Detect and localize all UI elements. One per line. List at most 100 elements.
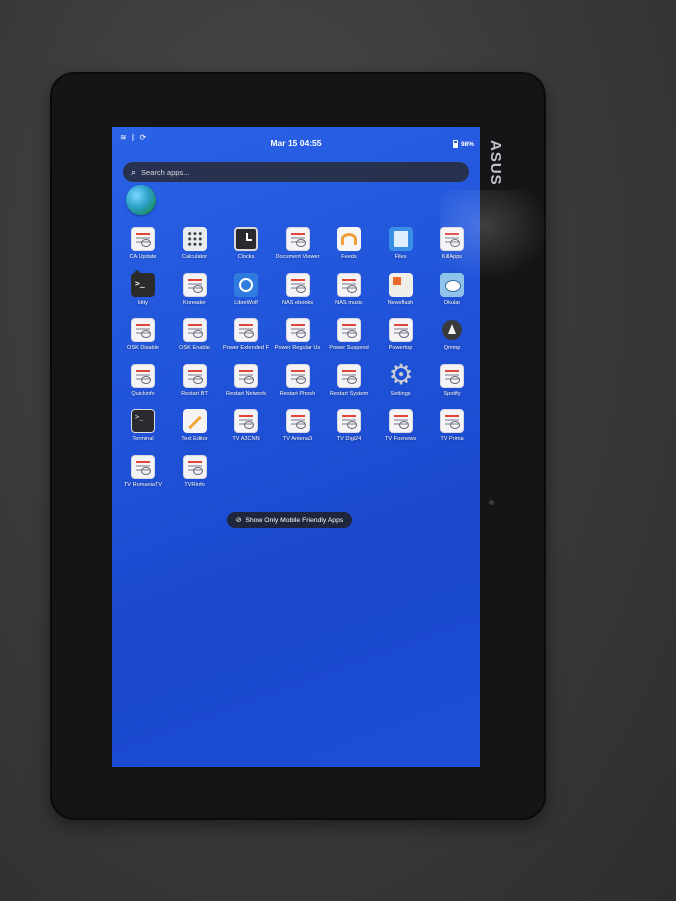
- app-launcher[interactable]: Newsflash: [375, 272, 427, 317]
- app-icon: [234, 227, 258, 251]
- app-launcher[interactable]: Power Suspend: [323, 318, 375, 362]
- app-icon: [131, 454, 155, 479]
- app-launcher[interactable]: Powertop: [375, 318, 427, 362]
- mobile-friendly-filter-label: Show Only Mobile Friendly Apps: [245, 516, 344, 524]
- app-launcher[interactable]: Document Viewer: [272, 227, 324, 271]
- app-label: TV Digi24: [336, 436, 362, 442]
- app-launcher[interactable]: Okular: [426, 272, 478, 317]
- app-launcher[interactable]: CA Update: [117, 227, 169, 271]
- app-launcher[interactable]: Text Editor: [169, 409, 221, 453]
- app-label: Clocks: [237, 254, 255, 260]
- app-label: Files: [394, 254, 407, 260]
- app-label: Restart Network: [225, 390, 267, 397]
- app-icon: [388, 227, 413, 251]
- app-icon: [131, 363, 155, 388]
- app-icon: [337, 227, 361, 251]
- app-launcher[interactable]: TV Antena3: [272, 409, 324, 453]
- app-launcher[interactable]: Qmmp: [426, 318, 478, 362]
- app-icon: [388, 409, 413, 433]
- app-icon: [388, 318, 413, 342]
- app-icon: [285, 363, 310, 388]
- app-icon: [234, 409, 258, 433]
- app-label: LibreWolf: [234, 299, 258, 306]
- app-launcher[interactable]: TVRInfo: [169, 454, 221, 499]
- app-icon: [337, 363, 361, 388]
- app-launcher[interactable]: KillApps: [426, 227, 478, 271]
- app-launcher[interactable]: Power Regular Us: [272, 318, 324, 362]
- battery-level: 98%: [460, 140, 474, 148]
- app-launcher[interactable]: TV Digi24: [323, 409, 375, 453]
- app-launcher[interactable]: TV Prima: [426, 409, 478, 453]
- app-launcher[interactable]: OSK Enable: [169, 318, 221, 362]
- app-label: Okular: [443, 299, 461, 306]
- app-icon: [182, 454, 207, 479]
- app-icon: [234, 363, 258, 388]
- app-label: Newsflash: [387, 299, 414, 306]
- app-label: KillApps: [441, 254, 463, 260]
- app-label: Document Viewer: [275, 254, 320, 260]
- app-label: Power Suspend: [329, 345, 369, 351]
- app-label: Qmmp: [443, 345, 461, 351]
- app-launcher[interactable]: Restart Phosh: [272, 363, 324, 408]
- favorite-app-globe-icon[interactable]: [126, 185, 156, 215]
- app-label: TV A3CNN: [232, 436, 260, 442]
- app-icon: [337, 318, 361, 342]
- app-icon: [131, 272, 155, 297]
- app-icon: [285, 227, 310, 251]
- app-label: OSK Enable: [179, 345, 210, 351]
- search-input[interactable]: ⌕ Search apps...: [123, 162, 469, 182]
- app-launcher[interactable]: Koreader: [169, 272, 221, 317]
- app-launcher[interactable]: NAS ebooks: [272, 272, 324, 317]
- app-launcher[interactable]: Files: [375, 227, 427, 271]
- app-label: TV Foxnews: [384, 436, 417, 442]
- app-launcher[interactable]: Spotify: [426, 363, 478, 408]
- screen: ≋ ᛒ ⟳ Mar 15 04:55 98% ⌕ Search apps... …: [112, 127, 480, 767]
- app-icon: [131, 409, 155, 433]
- app-launcher[interactable]: OSK Disable: [117, 318, 169, 362]
- app-launcher[interactable]: kitty: [117, 272, 169, 317]
- app-label: Restart Phosh: [279, 390, 316, 397]
- app-label: CA Update: [129, 254, 157, 260]
- app-launcher[interactable]: Restart Network: [220, 363, 272, 408]
- app-label: TV Antena3: [282, 436, 313, 442]
- app-icon: [234, 318, 258, 342]
- app-launcher[interactable]: Terminal: [117, 409, 169, 453]
- app-icon: [388, 272, 413, 297]
- app-launcher[interactable]: TV Foxnews: [375, 409, 427, 453]
- app-launcher[interactable]: Quickinfo: [117, 363, 169, 408]
- app-launcher[interactable]: Settings: [375, 358, 427, 408]
- eye-slash-icon: ⊘: [235, 517, 242, 524]
- app-icon: [440, 227, 464, 251]
- app-launcher[interactable]: Clocks: [220, 227, 272, 271]
- app-icon: [440, 363, 464, 388]
- app-launcher[interactable]: Power Extended F: [220, 318, 272, 362]
- app-icon: [182, 363, 207, 388]
- app-launcher[interactable]: Restart System: [323, 363, 375, 408]
- app-label: Terminal: [132, 436, 154, 442]
- app-label: kitty: [138, 299, 148, 306]
- status-bar[interactable]: ≋ ᛒ ⟳ Mar 15 04:55 98%: [112, 127, 480, 161]
- app-launcher[interactable]: Restart BT: [169, 363, 221, 408]
- app-label: Spotify: [443, 390, 461, 397]
- battery-icon: [452, 140, 458, 148]
- mobile-friendly-filter-button[interactable]: ⊘ Show Only Mobile Friendly Apps: [227, 512, 352, 528]
- app-launcher[interactable]: Calculator: [169, 227, 221, 271]
- app-label: TVRInfo: [184, 481, 205, 488]
- app-label: Settings: [390, 390, 411, 397]
- search-icon: ⌕: [131, 166, 137, 177]
- app-icon: [234, 272, 258, 297]
- app-launcher[interactable]: TV RomaniaTV: [117, 454, 169, 499]
- app-launcher[interactable]: Feeds: [323, 227, 375, 271]
- app-icon: [440, 318, 464, 342]
- app-label: Restart System: [329, 390, 369, 397]
- app-icon: [131, 318, 155, 342]
- app-launcher[interactable]: NAS music: [323, 272, 375, 317]
- app-launcher[interactable]: LibreWolf: [220, 272, 272, 317]
- camera-dot: [489, 500, 494, 505]
- app-launcher[interactable]: TV A3CNN: [220, 409, 272, 453]
- app-icon: [285, 272, 310, 297]
- app-label: NAS music: [335, 299, 363, 306]
- app-label: Feeds: [341, 254, 357, 260]
- app-icon: [389, 358, 413, 391]
- app-label: TV Prima: [440, 436, 464, 442]
